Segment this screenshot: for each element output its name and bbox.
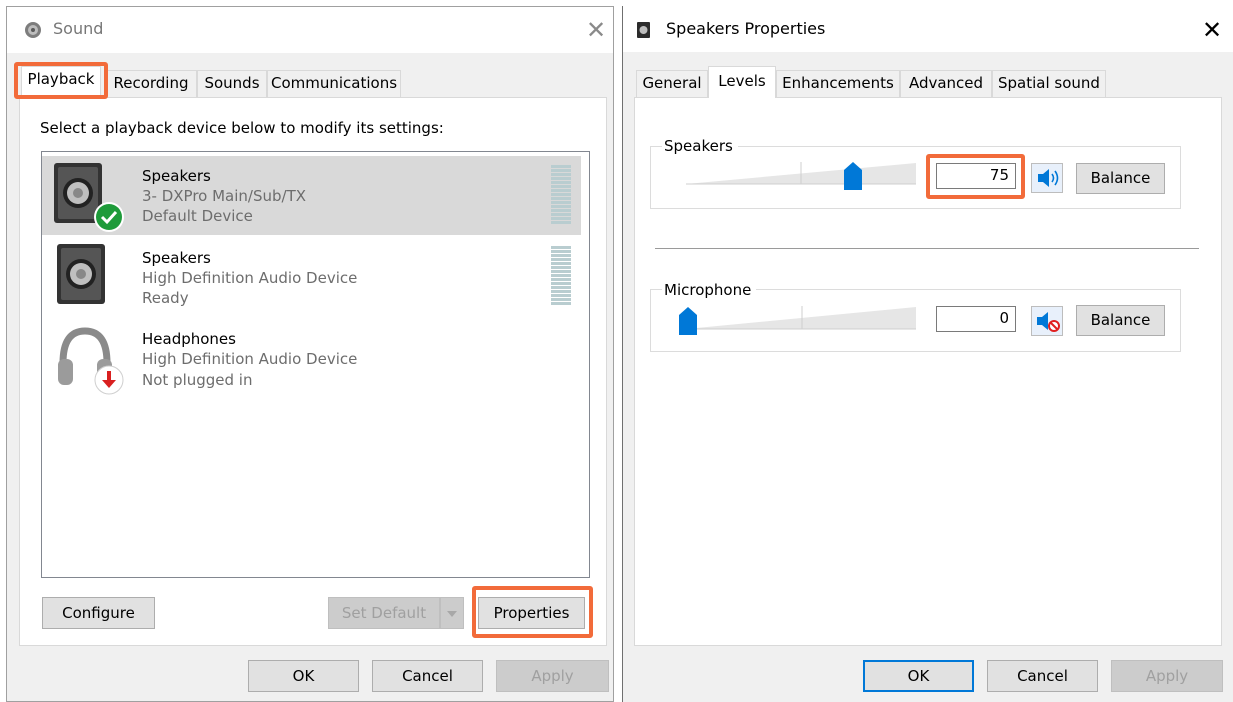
slider-track (686, 162, 916, 185)
tab-enhancements[interactable]: Enhancements (776, 70, 900, 98)
tab-levels[interactable]: Levels (708, 66, 776, 98)
properties-button[interactable]: Properties (478, 597, 585, 629)
properties-title: Speakers Properties (666, 19, 826, 38)
level-meter (551, 165, 571, 227)
device-description: High Definition Audio Device (142, 350, 358, 368)
tab-communications[interactable]: Communications (267, 70, 401, 98)
speakers-group-label: Speakers (662, 137, 738, 155)
level-meter (551, 246, 571, 308)
tab-advanced[interactable]: Advanced (900, 70, 992, 98)
sound-title: Sound (53, 19, 104, 38)
configure-button[interactable]: Configure (42, 597, 155, 629)
muted-speaker-icon (1037, 312, 1060, 332)
check-badge-icon (94, 202, 124, 232)
sound-apply-button[interactable]: Apply (496, 660, 609, 692)
instruction-text: Select a playback device below to modify… (40, 119, 444, 137)
chevron-down-icon (447, 610, 457, 617)
microphone-balance-button[interactable]: Balance (1076, 305, 1165, 336)
sound-app-icon (25, 22, 41, 38)
sound-ok-button[interactable]: OK (248, 660, 359, 692)
tab-playback[interactable]: Playback (21, 66, 101, 98)
speaker-icon (1038, 169, 1059, 187)
group-separator (655, 248, 1199, 249)
device-name: Speakers (142, 167, 211, 185)
slider-thumb[interactable] (679, 307, 697, 335)
sound-close-icon[interactable]: ✕ (586, 18, 606, 42)
slider-thumb[interactable] (844, 162, 863, 190)
device-description: High Definition Audio Device (142, 269, 358, 287)
set-default-button[interactable]: Set Default (328, 597, 440, 629)
microphone-volume-slider[interactable] (679, 303, 917, 335)
speaker-device-icon (57, 244, 105, 304)
tab-general[interactable]: General (636, 70, 708, 98)
properties-ok-button[interactable]: OK (863, 660, 974, 692)
tab-recording[interactable]: Recording (105, 70, 197, 98)
microphone-volume-value[interactable]: 0 (936, 306, 1016, 332)
properties-cancel-button[interactable]: Cancel (987, 660, 1098, 692)
microphone-group-label: Microphone (662, 281, 757, 299)
speakers-mute-button[interactable] (1031, 163, 1063, 193)
device-description: 3- DXPro Main/Sub/TX (142, 187, 307, 205)
device-name: Speakers (142, 249, 211, 267)
device-name: Headphones (142, 330, 236, 348)
device-status: Not plugged in (142, 371, 253, 389)
tab-spatial-sound[interactable]: Spatial sound (992, 70, 1106, 98)
speakers-balance-button[interactable]: Balance (1076, 163, 1165, 194)
unplugged-badge-icon (94, 365, 124, 395)
tab-sounds[interactable]: Sounds (197, 70, 267, 98)
set-default-dropdown[interactable] (440, 597, 464, 629)
speakers-volume-value[interactable]: 75 (936, 163, 1016, 189)
slider-track (686, 306, 916, 330)
device-status: Default Device (142, 207, 253, 225)
properties-apply-button[interactable]: Apply (1111, 660, 1223, 692)
sound-cancel-button[interactable]: Cancel (372, 660, 483, 692)
speakers-volume-slider[interactable] (686, 160, 917, 190)
device-status: Ready (142, 289, 189, 307)
properties-close-icon[interactable]: ✕ (1202, 18, 1222, 42)
microphone-mute-button[interactable] (1031, 306, 1063, 336)
speaker-app-icon (637, 22, 650, 38)
